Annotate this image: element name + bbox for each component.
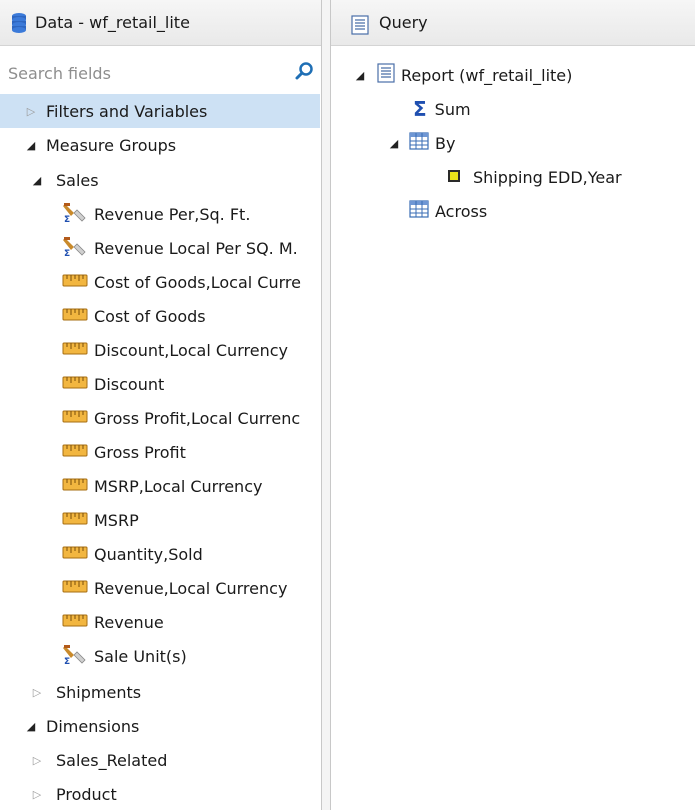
measure-label: Revenue <box>94 612 164 632</box>
query-item-label: Across <box>435 201 488 221</box>
measure-item[interactable]: Discount <box>62 367 320 401</box>
collapse-arrow-icon[interactable]: ◢ <box>353 69 367 82</box>
measure-item[interactable]: Discount,Local Currency <box>62 333 320 367</box>
grid-icon <box>409 200 429 222</box>
panel-splitter[interactable] <box>322 0 330 810</box>
measure-item[interactable]: Gross Profit <box>62 435 320 469</box>
svg-text:Σ: Σ <box>64 657 70 665</box>
query-item-report[interactable]: ◢ Report (wf_retail_lite) <box>331 58 572 92</box>
ruler-measure-icon <box>62 442 88 462</box>
ruler-measure-icon <box>62 578 88 598</box>
sigma-icon: Σ <box>413 97 427 121</box>
data-panel: Data - wf_retail_lite ▷ Filters and Vari… <box>0 0 322 810</box>
computed-measure-icon: Σ <box>62 235 88 261</box>
expand-arrow-icon[interactable]: ▷ <box>30 788 44 801</box>
tree-item-label: Product <box>56 784 117 804</box>
expand-arrow-icon[interactable]: ▷ <box>24 105 38 118</box>
measure-label: Gross Profit,Local Currenc <box>94 408 301 428</box>
query-panel-header: Query <box>331 0 695 46</box>
ruler-measure-icon <box>62 476 88 496</box>
ruler-measure-icon <box>62 272 88 292</box>
search-box[interactable] <box>8 58 314 88</box>
tree-item-measure-groups[interactable]: ◢ Measure Groups <box>0 128 176 162</box>
tree-item-label: Shipments <box>56 682 142 702</box>
collapse-arrow-icon[interactable]: ◢ <box>30 174 44 187</box>
measure-label: Revenue Per,Sq. Ft. <box>94 204 251 224</box>
data-panel-title: Data - wf_retail_lite <box>35 13 190 32</box>
measure-label: MSRP <box>94 510 139 530</box>
measure-item[interactable]: Σ Revenue Local Per SQ. M. <box>62 231 320 265</box>
svg-text:Σ: Σ <box>64 215 70 223</box>
measure-item[interactable]: MSRP,Local Currency <box>62 469 320 503</box>
query-item-label: Sum <box>434 99 471 119</box>
tree-item-sales-related[interactable]: ▷ Sales_Related <box>0 743 168 777</box>
ruler-measure-icon <box>62 612 88 632</box>
collapse-arrow-icon[interactable]: ◢ <box>24 720 38 733</box>
grid-icon <box>409 132 429 154</box>
search-input[interactable] <box>8 63 258 83</box>
measure-item[interactable]: Revenue <box>62 605 320 639</box>
query-item-label: Shipping EDD,Year <box>473 167 622 187</box>
collapse-arrow-icon[interactable]: ◢ <box>387 137 401 150</box>
ruler-measure-icon <box>62 340 88 360</box>
ruler-measure-icon <box>62 544 88 564</box>
database-icon <box>10 12 28 38</box>
measure-label: Revenue,Local Currency <box>94 578 288 598</box>
query-panel: Query ◢ Report (wf_retail_lite) Σ Sum ◢ … <box>330 0 695 810</box>
query-item-label: By <box>435 133 456 153</box>
document-icon <box>377 63 395 87</box>
data-panel-header: Data - wf_retail_lite <box>0 0 321 46</box>
measure-label: Revenue Local Per SQ. M. <box>94 238 298 258</box>
tree-item-label: Dimensions <box>46 716 140 736</box>
tree-item-label: Sales_Related <box>56 750 168 770</box>
tree-item-shipments[interactable]: ▷ Shipments <box>0 675 141 709</box>
ruler-measure-icon <box>62 374 88 394</box>
measure-label: Quantity,Sold <box>94 544 203 564</box>
expand-arrow-icon[interactable]: ▷ <box>30 754 44 767</box>
measure-item[interactable]: Revenue,Local Currency <box>62 571 320 605</box>
tree-item-label: Measure Groups <box>46 135 177 155</box>
measure-label: Gross Profit <box>94 442 186 462</box>
measure-item[interactable]: Quantity,Sold <box>62 537 320 571</box>
collapse-arrow-icon[interactable]: ◢ <box>24 139 38 152</box>
measure-label: MSRP,Local Currency <box>94 476 263 496</box>
measure-label: Discount,Local Currency <box>94 340 288 360</box>
tree-item-dimensions[interactable]: ◢ Dimensions <box>0 709 140 743</box>
query-panel-title: Query <box>379 13 428 32</box>
search-icon[interactable] <box>294 61 314 85</box>
document-icon <box>351 15 369 39</box>
ruler-measure-icon <box>62 306 88 326</box>
query-item-by[interactable]: ◢ By <box>331 126 455 160</box>
query-item-by-field[interactable]: Shipping EDD,Year <box>331 160 622 194</box>
measure-label: Sale Unit(s) <box>94 646 187 666</box>
tree-item-product[interactable]: ▷ Product <box>0 777 117 811</box>
measure-item[interactable]: Σ Revenue Per,Sq. Ft. <box>62 197 320 231</box>
ruler-measure-icon <box>62 408 88 428</box>
tree-item-label: Filters and Variables <box>46 101 208 121</box>
query-item-across[interactable]: Across <box>331 194 487 228</box>
tree-item-label: Sales <box>56 170 99 190</box>
expand-arrow-icon[interactable]: ▷ <box>30 686 44 699</box>
tree-item-sales[interactable]: ◢ Sales <box>0 163 99 197</box>
tree-item-filters-and-variables[interactable]: ▷ Filters and Variables <box>0 94 320 128</box>
computed-measure-icon: Σ <box>62 201 88 227</box>
measure-item[interactable]: Cost of Goods <box>62 299 320 333</box>
measure-label: Cost of Goods,Local Curre <box>94 272 301 292</box>
measure-item[interactable]: Σ Sale Unit(s) <box>62 639 320 673</box>
computed-measure-icon: Σ <box>62 643 88 669</box>
query-item-label: Report (wf_retail_lite) <box>401 65 573 85</box>
dimension-field-icon <box>447 168 461 187</box>
svg-text:Σ: Σ <box>64 249 70 257</box>
ruler-measure-icon <box>62 510 88 530</box>
measure-label: Discount <box>94 374 165 394</box>
measure-label: Cost of Goods <box>94 306 206 326</box>
measure-item[interactable]: Gross Profit,Local Currenc <box>62 401 320 435</box>
measure-item[interactable]: MSRP <box>62 503 320 537</box>
measure-item[interactable]: Cost of Goods,Local Curre <box>62 265 320 299</box>
query-item-sum[interactable]: Σ Sum <box>331 92 471 126</box>
